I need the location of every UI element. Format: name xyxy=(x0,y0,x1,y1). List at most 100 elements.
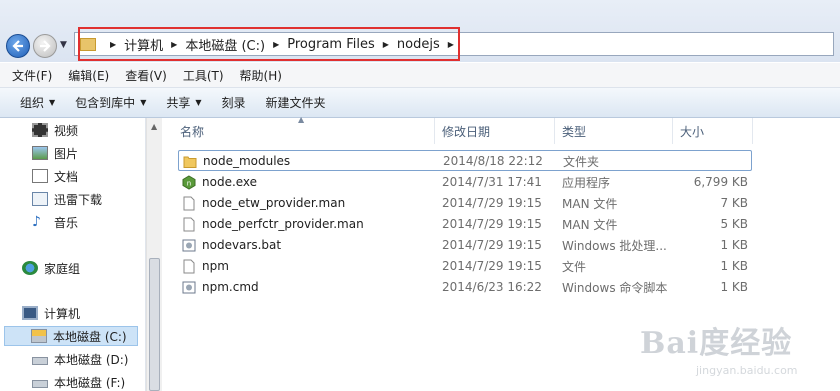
forward-button[interactable] xyxy=(33,34,57,58)
sidebar-item-homegroup[interactable]: 家庭组 xyxy=(22,258,80,278)
column-type-label: 类型 xyxy=(562,124,587,139)
sidebar-item-label: 本地磁盘 (C:) xyxy=(53,329,127,344)
column-divider[interactable] xyxy=(554,118,555,144)
sidebar-item-computer[interactable]: 计算机 xyxy=(22,303,80,323)
sidebar-item-label: 图片 xyxy=(54,146,79,161)
back-arrow-icon xyxy=(12,40,23,52)
file-date: 2014/8/18 22:12 xyxy=(443,154,543,168)
sidebar-item-label: 视频 xyxy=(54,123,79,138)
column-divider[interactable] xyxy=(434,118,435,144)
file-name: npm xyxy=(202,259,229,273)
file-date: 2014/7/31 17:41 xyxy=(442,175,542,189)
scrollbar-thumb[interactable] xyxy=(149,258,160,391)
file-row[interactable]: npm 2014/7/29 19:15 文件 1 KB xyxy=(178,256,752,276)
menu-file[interactable]: 文件(F) xyxy=(12,67,52,84)
file-date: 2014/7/29 19:15 xyxy=(442,196,542,210)
file-type: Windows 命令脚本 xyxy=(562,280,668,295)
drive-icon xyxy=(32,380,48,388)
folder-icon xyxy=(183,156,197,168)
system-drive-icon xyxy=(31,329,47,343)
file-row[interactable]: node_perfctr_provider.man 2014/7/29 19:1… xyxy=(178,214,752,234)
file-date: 2014/7/29 19:15 xyxy=(442,259,542,273)
sidebar-item-thunder-downloads[interactable]: 迅雷下载 xyxy=(32,189,102,209)
file-name: node_perfctr_provider.man xyxy=(202,217,364,231)
share-button[interactable]: 共享 ▼ xyxy=(156,91,211,115)
file-row[interactable]: nodevars.bat 2014/7/29 19:15 Windows 批处理… xyxy=(178,235,752,255)
back-button[interactable] xyxy=(6,34,30,58)
sidebar-item-pictures[interactable]: 图片 xyxy=(32,143,78,163)
file-row[interactable]: node_etw_provider.man 2014/7/29 19:15 MA… xyxy=(178,193,752,213)
new-folder-label: 新建文件夹 xyxy=(265,96,326,110)
sidebar-item-label: 文档 xyxy=(54,169,79,184)
menu-edit[interactable]: 编辑(E) xyxy=(68,67,109,84)
download-folder-icon xyxy=(32,192,48,206)
column-header-size[interactable]: 大小 xyxy=(680,118,704,144)
file-type: 文件夹 xyxy=(563,154,600,169)
file-type: 文件 xyxy=(562,259,587,274)
file-size: 7 KB xyxy=(720,196,748,210)
file-size: 1 KB xyxy=(720,280,748,294)
column-size-label: 大小 xyxy=(680,124,705,139)
column-header-date[interactable]: 修改日期 xyxy=(442,118,490,144)
sidebar-item-music[interactable]: ♪ 音乐 xyxy=(32,212,78,232)
column-header-name[interactable]: 名称 xyxy=(180,118,204,144)
file-icon xyxy=(183,259,195,274)
file-size: 1 KB xyxy=(720,238,748,252)
sidebar-item-drive-d[interactable]: 本地磁盘 (D:) xyxy=(32,349,128,369)
annotation-highlight-box xyxy=(78,27,460,61)
menu-view[interactable]: 查看(V) xyxy=(125,67,167,84)
sidebar-item-label: 家庭组 xyxy=(44,261,81,276)
file-row[interactable]: node_modules 2014/8/18 22:12 文件夹 xyxy=(178,150,752,171)
document-icon xyxy=(32,169,48,183)
sidebar-scrollbar[interactable]: ▲ xyxy=(146,118,162,391)
file-type: MAN 文件 xyxy=(562,217,618,232)
homegroup-icon xyxy=(22,261,38,275)
sidebar-item-videos[interactable]: 视频 xyxy=(32,120,78,140)
file-size xyxy=(659,151,749,171)
column-name-label: 名称 xyxy=(180,124,205,139)
burn-label: 刻录 xyxy=(221,96,246,110)
computer-icon xyxy=(22,306,38,320)
node-exe-icon: n xyxy=(182,175,196,190)
file-name: node_etw_provider.man xyxy=(202,196,346,210)
watermark-url: jingyan.baidu.com xyxy=(696,364,798,377)
file-date: 2014/6/23 16:22 xyxy=(442,280,542,294)
column-divider[interactable] xyxy=(752,118,753,144)
column-divider[interactable] xyxy=(672,118,673,144)
file-size: 5 KB xyxy=(720,217,748,231)
burn-button[interactable]: 刻录 xyxy=(212,91,256,115)
file-date: 2014/7/29 19:15 xyxy=(442,217,542,231)
file-type: 应用程序 xyxy=(562,175,611,190)
baidu-jingyan-watermark-logo: Bai度经验 xyxy=(640,326,793,361)
menu-bar: 文件(F) 编辑(E) 查看(V) 工具(T) 帮助(H) xyxy=(0,63,840,88)
scroll-up-icon[interactable]: ▲ xyxy=(151,122,157,131)
sidebar-item-drive-c[interactable]: 本地磁盘 (C:) xyxy=(4,326,138,346)
sidebar-item-label: 音乐 xyxy=(54,215,79,230)
new-folder-button[interactable]: 新建文件夹 xyxy=(256,91,336,115)
organize-label: 组织 xyxy=(20,96,45,110)
chevron-down-icon: ▼ xyxy=(49,98,56,107)
file-size: 1 KB xyxy=(720,259,748,273)
menu-tools[interactable]: 工具(T) xyxy=(183,67,224,84)
organize-button[interactable]: 组织 ▼ xyxy=(10,91,65,115)
sidebar-item-label: 本地磁盘 (F:) xyxy=(54,375,126,390)
command-toolbar: 组织 ▼ 包含到库中 ▼ 共享 ▼ 刻录 新建文件夹 xyxy=(0,88,840,118)
sidebar-item-documents[interactable]: 文档 xyxy=(32,166,78,186)
file-date: 2014/7/29 19:15 xyxy=(442,238,542,252)
address-region: ▼ ▶ 计算机 ▶ 本地磁盘 (C:) ▶ Program Files ▶ no… xyxy=(0,0,840,62)
sidebar-item-drive-f[interactable]: 本地磁盘 (F:) xyxy=(32,372,125,391)
column-date-label: 修改日期 xyxy=(442,124,491,139)
file-size: 6,799 KB xyxy=(693,175,748,189)
menu-help[interactable]: 帮助(H) xyxy=(240,67,282,84)
file-row[interactable]: npm.cmd 2014/6/23 16:22 Windows 命令脚本 1 K… xyxy=(178,277,752,297)
file-icon xyxy=(183,217,195,232)
include-in-library-button[interactable]: 包含到库中 ▼ xyxy=(65,91,156,115)
file-row[interactable]: n node.exe 2014/7/31 17:41 应用程序 6,799 KB xyxy=(178,172,752,192)
column-header-type[interactable]: 类型 xyxy=(562,118,586,144)
music-note-icon: ♪ xyxy=(32,214,41,230)
file-type: MAN 文件 xyxy=(562,196,618,211)
sidebar-item-label: 迅雷下载 xyxy=(54,192,103,207)
file-icon xyxy=(183,196,195,211)
recent-pages-dropdown-icon[interactable]: ▼ xyxy=(60,40,67,50)
chevron-down-icon: ▼ xyxy=(195,98,202,107)
